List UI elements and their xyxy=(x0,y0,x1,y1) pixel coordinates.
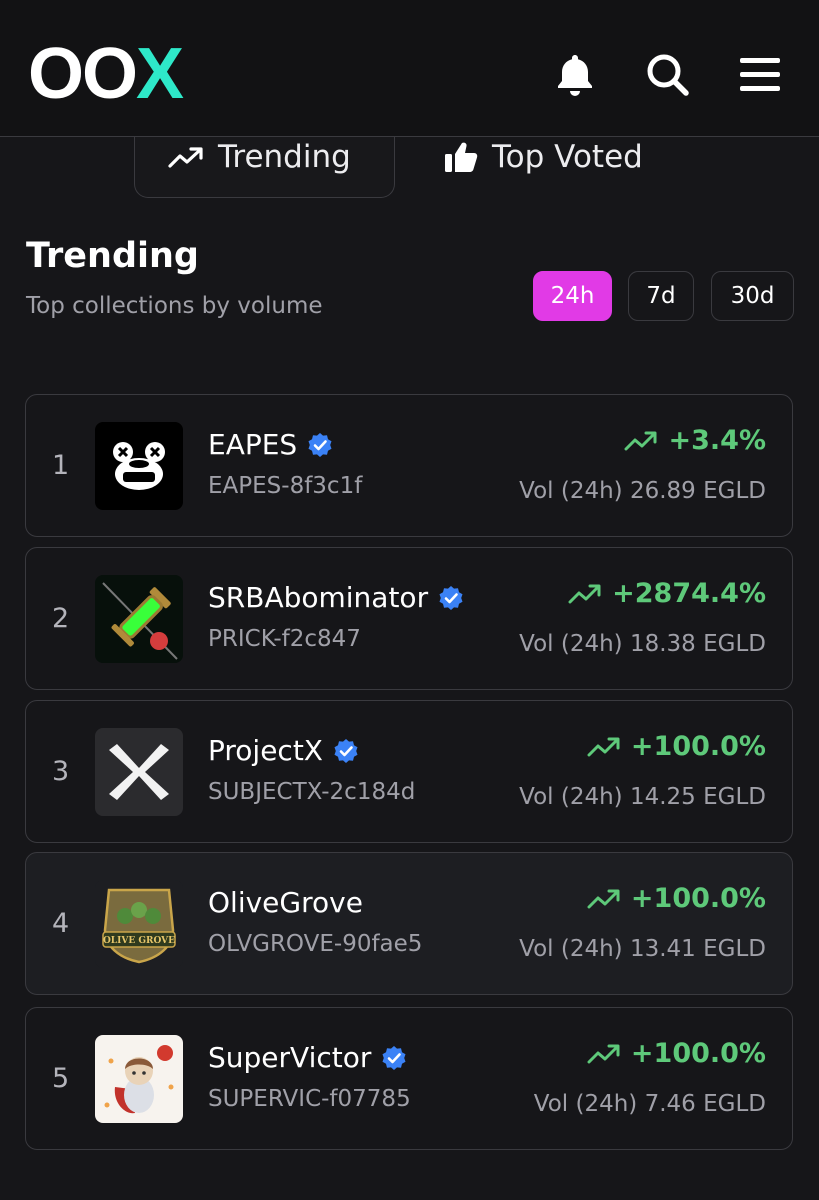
collection-name-wrap: EAPES xyxy=(208,428,333,461)
olive-grove-logo-text: OLIVE GROVE xyxy=(103,936,175,946)
collection-name-wrap: SRBAbominator xyxy=(208,581,464,614)
change-percent: +100.0% xyxy=(630,731,766,762)
logo-main: OO xyxy=(28,34,138,114)
change-percent: +100.0% xyxy=(630,883,766,914)
app-logo[interactable]: OOX xyxy=(28,38,184,110)
change-percent: +3.4% xyxy=(668,425,766,456)
volume-value: Vol (24h) 26.89 EGLD xyxy=(519,478,766,504)
rank-number: 1 xyxy=(52,450,70,481)
collection-row[interactable]: 1 EAPES EAPES-8f3c1f +3.4% Vol (24h) 26.… xyxy=(25,394,793,537)
collection-name[interactable]: ProjectX xyxy=(208,734,323,767)
trending-up-icon xyxy=(587,737,620,756)
trending-up-icon xyxy=(587,889,620,908)
change-percent: +2874.4% xyxy=(612,578,766,609)
volume-value: Vol (24h) 13.41 EGLD xyxy=(519,936,766,962)
section-subtitle: Top collections by volume xyxy=(26,293,323,319)
rank-number: 4 xyxy=(52,908,70,939)
period-7d-button[interactable]: 7d xyxy=(628,271,694,321)
verified-badge-icon xyxy=(439,585,463,610)
collection-ticker: SUPERVIC-f07785 xyxy=(208,1086,411,1112)
collection-ticker: EAPES-8f3c1f xyxy=(208,473,363,499)
collection-thumbnail xyxy=(95,1035,183,1123)
rank-number: 5 xyxy=(52,1063,70,1094)
collection-thumbnail: OLIVE GROVE xyxy=(95,880,183,968)
volume-value: Vol (24h) 7.46 EGLD xyxy=(533,1091,766,1117)
thumbs-up-icon xyxy=(445,142,478,172)
trending-up-icon xyxy=(587,1044,620,1063)
change-percent: +100.0% xyxy=(630,1038,766,1069)
verified-badge-icon xyxy=(382,1045,406,1070)
verified-badge-icon xyxy=(334,738,358,763)
search-icon[interactable] xyxy=(643,50,691,98)
bell-icon[interactable] xyxy=(551,50,599,98)
logo-accent: X xyxy=(136,34,184,114)
collection-name[interactable]: SuperVictor xyxy=(208,1041,371,1074)
collection-name-wrap: ProjectX xyxy=(208,734,359,767)
collection-ticker: OLVGROVE-90fae5 xyxy=(208,931,423,957)
trending-up-icon xyxy=(568,584,601,603)
tab-top-voted[interactable]: Top Voted xyxy=(444,137,643,177)
period-24h-button[interactable]: 24h xyxy=(533,271,612,321)
tab-bar: Trending Top Voted xyxy=(0,127,819,199)
collection-thumbnail xyxy=(95,422,183,510)
rank-number: 2 xyxy=(52,603,70,634)
volume-change: +100.0% xyxy=(587,1038,766,1069)
collection-name[interactable]: SRBAbominator xyxy=(208,581,428,614)
collection-row[interactable]: 5 SuperVictor SUPERVIC-f07785 +100.0% Vo… xyxy=(25,1007,793,1150)
tab-trending[interactable]: Trending xyxy=(168,137,351,177)
volume-change: +100.0% xyxy=(587,883,766,914)
rank-number: 3 xyxy=(52,756,70,787)
trending-up-icon xyxy=(168,147,203,168)
collection-name-wrap: OliveGrove xyxy=(208,886,363,919)
period-30d-button[interactable]: 30d xyxy=(711,271,794,321)
collection-name[interactable]: OliveGrove xyxy=(208,886,363,919)
trending-up-icon xyxy=(624,431,657,450)
collection-ticker: SUBJECTX-2c184d xyxy=(208,779,416,805)
volume-change: +3.4% xyxy=(624,425,766,456)
collection-row[interactable]: 2 SRBAbominator PRICK-f2c847 +2874.4% Vo… xyxy=(25,547,793,690)
collection-thumbnail xyxy=(95,728,183,816)
collection-name[interactable]: EAPES xyxy=(208,428,297,461)
collection-row[interactable]: 3 ProjectX SUBJECTX-2c184d +100.0% Vol (… xyxy=(25,700,793,843)
volume-change: +2874.4% xyxy=(568,578,766,609)
menu-icon[interactable] xyxy=(736,50,784,98)
collection-row[interactable]: 4 OLIVE GROVE OliveGrove OLVGROVE-90fae5… xyxy=(25,852,793,995)
app-header: OOX xyxy=(0,0,819,137)
volume-value: Vol (24h) 18.38 EGLD xyxy=(519,631,766,657)
volume-change: +100.0% xyxy=(587,731,766,762)
section-title: Trending xyxy=(26,236,199,276)
tab-trending-label: Trending xyxy=(218,139,351,175)
volume-value: Vol (24h) 14.25 EGLD xyxy=(519,784,766,810)
collection-thumbnail xyxy=(95,575,183,663)
collection-name-wrap: SuperVictor xyxy=(208,1041,407,1074)
collection-ticker: PRICK-f2c847 xyxy=(208,626,361,652)
verified-badge-icon xyxy=(308,432,332,457)
tab-top-voted-label: Top Voted xyxy=(492,139,643,175)
